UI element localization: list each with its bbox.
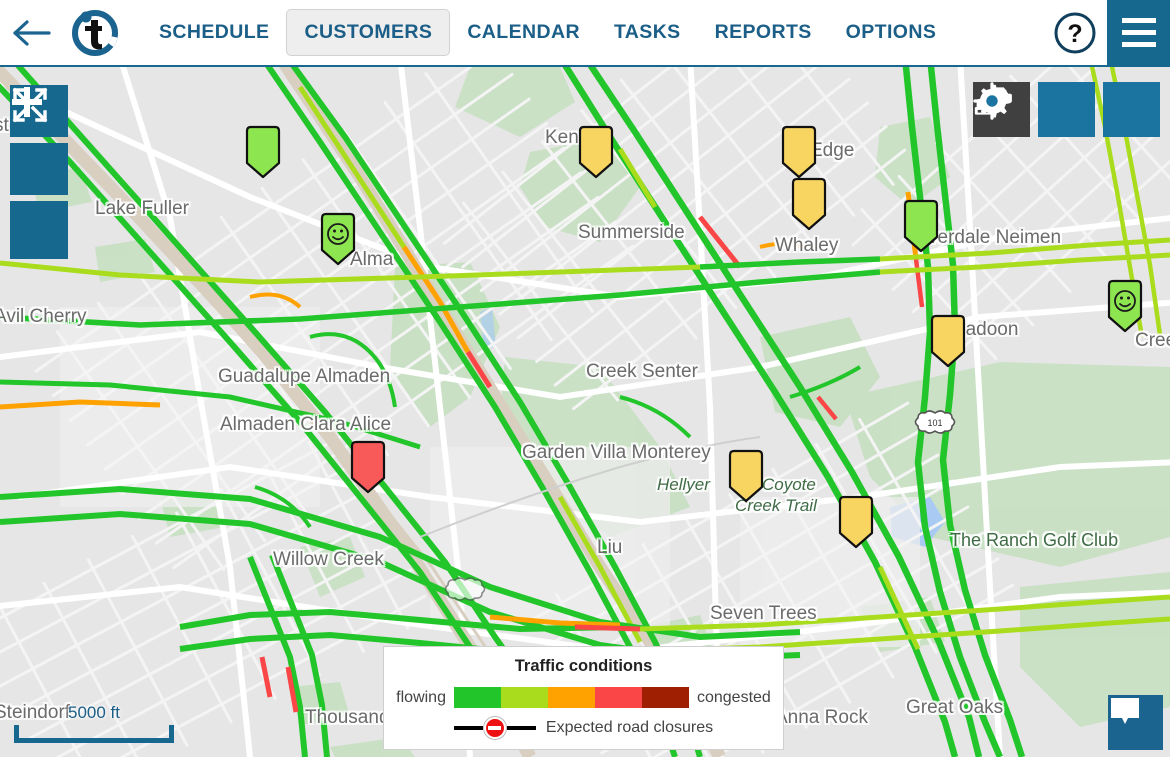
svg-text:?: ?	[1067, 20, 1082, 48]
app-root: SCHEDULE CUSTOMERS CALENDAR TASKS REPORT…	[0, 0, 1170, 757]
road-closure-symbol	[453, 717, 536, 739]
svg-text:101: 101	[927, 418, 942, 428]
map-pin-gold[interactable]	[836, 495, 876, 553]
map-pin-gold[interactable]	[789, 177, 829, 235]
legend-swatch-3	[594, 687, 642, 708]
help-button[interactable]: ?	[1043, 0, 1107, 66]
map-settings-button[interactable]	[977, 82, 1160, 137]
map-pin-gold[interactable]	[928, 314, 968, 372]
legend-closure-label: Expected road closures	[545, 719, 714, 736]
fullscreen-button[interactable]	[10, 87, 68, 259]
map-pin-green[interactable]	[901, 199, 941, 257]
hamburger-bar-3	[1121, 42, 1156, 47]
traffic-legend-panel: Traffic conditions flowing congested Exp…	[383, 646, 784, 750]
nav-item-reports[interactable]: REPORTS	[698, 10, 829, 55]
speech-bubble-icon	[1111, 698, 1139, 724]
legend-swatch-4	[641, 687, 689, 708]
hamburger-bar-1	[1121, 18, 1156, 23]
legend-congested-label: congested	[696, 688, 771, 706]
closure-line-left	[453, 726, 483, 730]
top-navigation-bar: SCHEDULE CUSTOMERS CALENDAR TASKS REPORT…	[0, 0, 1170, 67]
map-pin-green[interactable]	[318, 212, 358, 270]
map-pin-green[interactable]	[243, 125, 283, 183]
zoom-out-button[interactable]	[10, 99, 68, 195]
locate-me-button[interactable]	[973, 82, 1095, 137]
map-pin-gold[interactable]	[726, 449, 766, 507]
map-pin-gold[interactable]	[576, 125, 616, 183]
map-zoom-controls	[10, 85, 68, 259]
legend-swatch-2	[547, 687, 595, 708]
closure-no-entry-icon	[483, 717, 506, 739]
back-button[interactable]	[0, 0, 64, 66]
map-pin-red[interactable]	[348, 440, 388, 498]
legend-color-swatches	[453, 687, 689, 708]
expand-arrows-icon	[12, 87, 48, 123]
question-mark-circle-icon: ?	[1054, 12, 1096, 53]
legend-gradient-row: flowing congested	[384, 687, 783, 708]
nav-item-schedule[interactable]: SCHEDULE	[142, 10, 286, 55]
highway-shield-icon: 101	[914, 410, 956, 434]
nav-item-calendar[interactable]: CALENDAR	[450, 10, 597, 55]
app-logo[interactable]	[64, 0, 126, 66]
nav-right-group: ?	[1043, 0, 1170, 66]
legend-title: Traffic conditions	[514, 657, 653, 675]
hamburger-menu-button[interactable]	[1107, 0, 1170, 66]
map-tool-buttons	[973, 82, 1160, 137]
legend-closure-row: Expected road closures	[384, 717, 783, 739]
legend-swatch-0	[453, 687, 501, 708]
arrow-left-icon	[13, 19, 51, 46]
legend-swatch-1	[500, 687, 548, 708]
closure-line-right	[506, 726, 536, 730]
nav-item-tasks[interactable]: TASKS	[597, 10, 698, 55]
chat-support-button[interactable]	[1108, 695, 1163, 750]
scale-bar-line	[14, 725, 174, 743]
map-scale-bar: 5000 ft	[14, 703, 174, 743]
logo-t-icon	[72, 9, 118, 56]
main-nav-items: SCHEDULE CUSTOMERS CALENDAR TASKS REPORT…	[142, 0, 953, 66]
gear-icon	[977, 84, 1011, 118]
legend-flowing-label: flowing	[396, 688, 446, 706]
nav-item-options[interactable]: OPTIONS	[829, 10, 954, 55]
highway-shield-secondary-icon	[444, 577, 486, 601]
map-canvas[interactable]: .mn { stroke:#ffffff; fill:none; stroke-…	[0, 67, 1170, 757]
nav-item-customers[interactable]: CUSTOMERS	[286, 9, 451, 56]
map-pin-gold[interactable]	[779, 125, 819, 183]
hamburger-bar-2	[1121, 30, 1156, 35]
scale-bar-label: 5000 ft	[68, 703, 120, 722]
map-pin-green[interactable]	[1105, 279, 1145, 337]
